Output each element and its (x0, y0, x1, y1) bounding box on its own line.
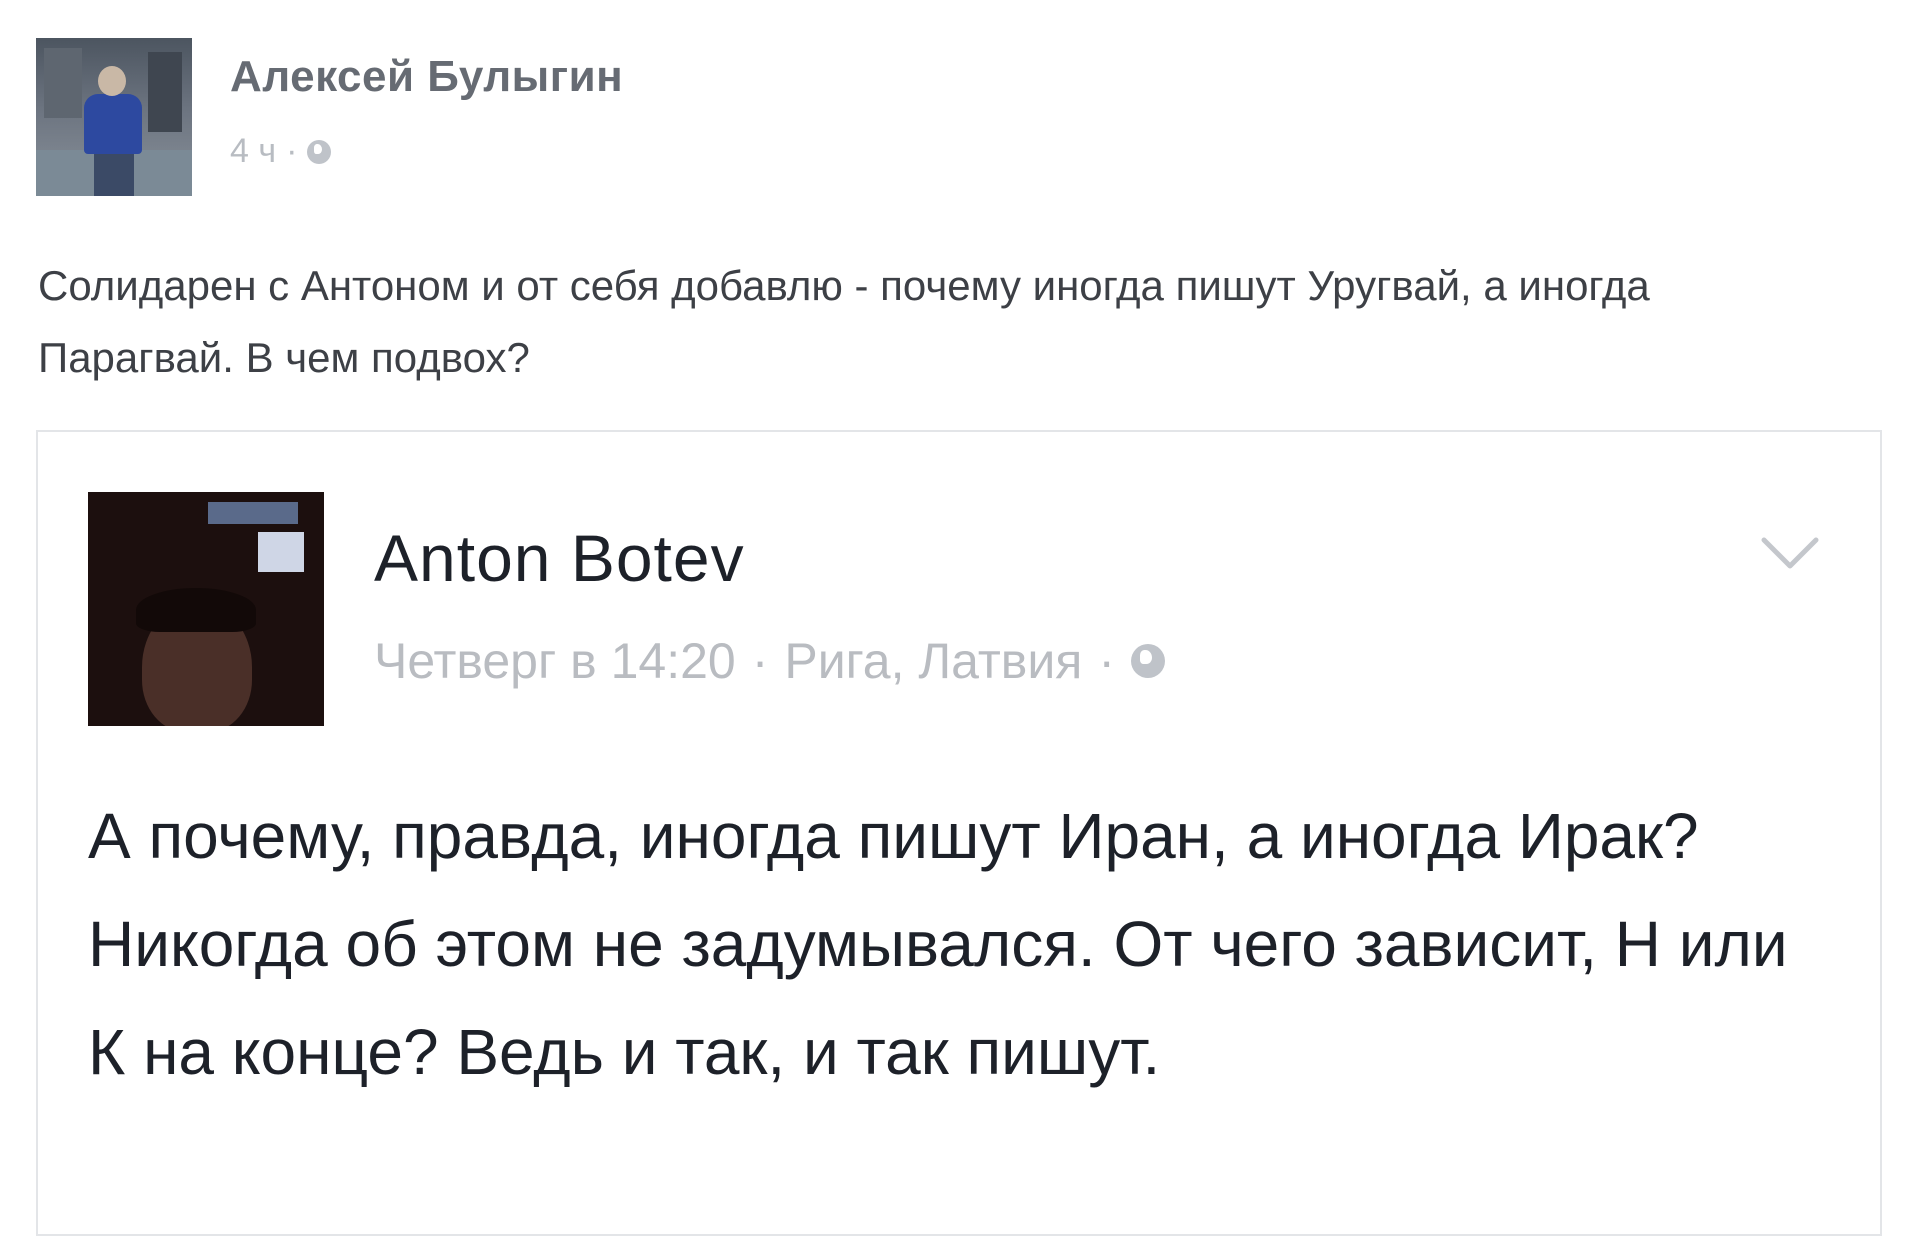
meta-separator: · (751, 633, 769, 689)
post-time[interactable]: 4 ч (230, 132, 276, 171)
shared-author-avatar[interactable] (88, 492, 324, 726)
globe-icon[interactable] (1131, 644, 1166, 678)
author-name[interactable]: Алексей Булыгин (230, 52, 623, 102)
post-meta: 4 ч · (230, 132, 332, 171)
shared-author-name[interactable]: Anton Botev (374, 520, 745, 596)
shared-post-location[interactable]: Рига, Латвия (784, 632, 1082, 690)
meta-separator: · (1098, 633, 1116, 689)
shared-post-meta: Четверг в 14:20 · Рига, Латвия · (374, 632, 1166, 690)
author-avatar[interactable] (36, 38, 192, 196)
chevron-down-icon[interactable] (1760, 534, 1820, 574)
shared-post-text: А почему, правда, иногда пишут Иран, а и… (88, 800, 1788, 1088)
shared-post-time[interactable]: Четверг в 14:20 (374, 632, 736, 690)
globe-icon[interactable] (307, 139, 332, 164)
meta-separator: · (286, 132, 298, 170)
shared-post-card: Anton Botev Четверг в 14:20 · Рига, Латв… (36, 430, 1882, 1236)
post-text: Солидарен с Антоном и от себя добавлю - … (38, 262, 1650, 381)
